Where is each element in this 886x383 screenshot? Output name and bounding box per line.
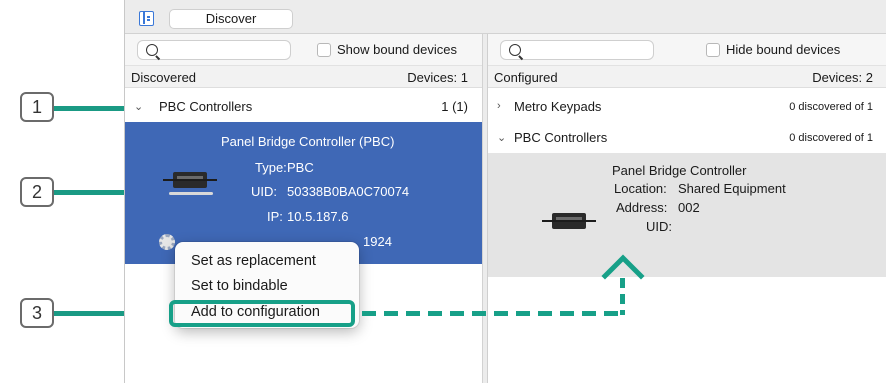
search-icon xyxy=(146,44,158,56)
callout-1: 1 xyxy=(20,92,54,122)
toolbar: Discover xyxy=(125,0,886,34)
chevron-right-icon[interactable]: › xyxy=(497,100,501,112)
location-value: Shared Equipment xyxy=(678,181,786,196)
show-bound-checkbox-wrap[interactable]: Show bound devices xyxy=(317,42,457,57)
gear-icon[interactable] xyxy=(159,234,175,250)
device-title: Panel Bridge Controller (PBC) xyxy=(221,134,395,149)
arrow-dashed-vertical xyxy=(620,278,625,315)
hide-bound-label: Hide bound devices xyxy=(726,42,841,57)
configured-header-count: Devices: 2 xyxy=(812,70,873,85)
pbc-device-icon xyxy=(542,213,596,229)
hide-bound-checkbox-wrap[interactable]: Hide bound devices xyxy=(706,42,840,57)
sidebar-toggle-icon[interactable] xyxy=(139,11,154,26)
conf-uid-label: UID: xyxy=(646,219,672,234)
ip-label: IP: xyxy=(267,209,283,224)
chevron-down-icon[interactable]: ⌄ xyxy=(134,100,143,113)
search-icon xyxy=(509,44,521,56)
device-base xyxy=(169,192,213,195)
configured-pane: Hide bound devices Configured Devices: 2… xyxy=(487,34,886,383)
configured-search-input[interactable] xyxy=(500,40,654,60)
hide-bound-checkbox[interactable] xyxy=(706,42,720,57)
uid-label: UID: xyxy=(251,184,277,199)
ip-value: 10.5.187.6 xyxy=(287,209,349,224)
configured-group-pbc[interactable]: ⌄ PBC Controllers 0 discovered of 1 xyxy=(488,123,886,153)
discovered-pane: Show bound devices Discovered Devices: 1… xyxy=(125,34,482,383)
discovered-search-row: Show bound devices xyxy=(125,34,482,66)
group-count: 1 (1) xyxy=(441,99,468,114)
discovered-header: Discovered Devices: 1 xyxy=(125,66,482,88)
show-bound-checkbox[interactable] xyxy=(317,42,331,57)
group-count: 0 discovered of 1 xyxy=(789,101,873,113)
add-to-configuration-highlight xyxy=(169,300,355,327)
configured-device-card[interactable]: Panel Bridge Controller Location: Shared… xyxy=(488,153,886,277)
partial-value: 1924 xyxy=(363,234,392,249)
menu-item-set-to-bindable[interactable]: Set to bindable xyxy=(175,275,359,297)
configured-group-metro-keypads[interactable]: › Metro Keypads 0 discovered of 1 xyxy=(488,92,886,122)
chevron-down-icon[interactable]: ⌄ xyxy=(497,131,506,144)
discovered-header-label: Discovered xyxy=(131,70,197,85)
configured-search-row: Hide bound devices xyxy=(488,34,886,66)
group-name: PBC Controllers xyxy=(514,130,608,145)
callout-2: 2 xyxy=(20,177,54,207)
discovered-search-input[interactable] xyxy=(137,40,291,60)
type-value: PBC xyxy=(287,160,314,175)
address-value: 002 xyxy=(678,200,700,215)
group-count: 0 discovered of 1 xyxy=(789,132,873,144)
pbc-device-icon xyxy=(163,172,217,188)
menu-item-set-as-replacement[interactable]: Set as replacement xyxy=(175,250,359,272)
group-name: Metro Keypads xyxy=(514,99,602,114)
type-label: Type: xyxy=(255,160,287,175)
conf-device-title: Panel Bridge Controller xyxy=(612,163,747,178)
configured-header: Configured Devices: 2 xyxy=(488,66,886,88)
arrow-dashed-horizontal xyxy=(362,311,624,316)
callout-3: 3 xyxy=(20,298,54,328)
uid-value: 50338B0BA0C70074 xyxy=(287,184,410,199)
arrow-up-icon xyxy=(601,254,645,280)
address-label: Address: xyxy=(616,200,668,215)
show-bound-label: Show bound devices xyxy=(337,42,457,57)
location-label: Location: xyxy=(614,181,667,196)
configured-header-label: Configured xyxy=(494,70,558,85)
discovered-group-pbc[interactable]: ⌄ PBC Controllers 1 (1) xyxy=(125,92,482,122)
group-name: PBC Controllers xyxy=(159,99,253,114)
tab-discover[interactable]: Discover xyxy=(169,9,293,29)
discovered-header-count: Devices: 1 xyxy=(407,70,468,85)
